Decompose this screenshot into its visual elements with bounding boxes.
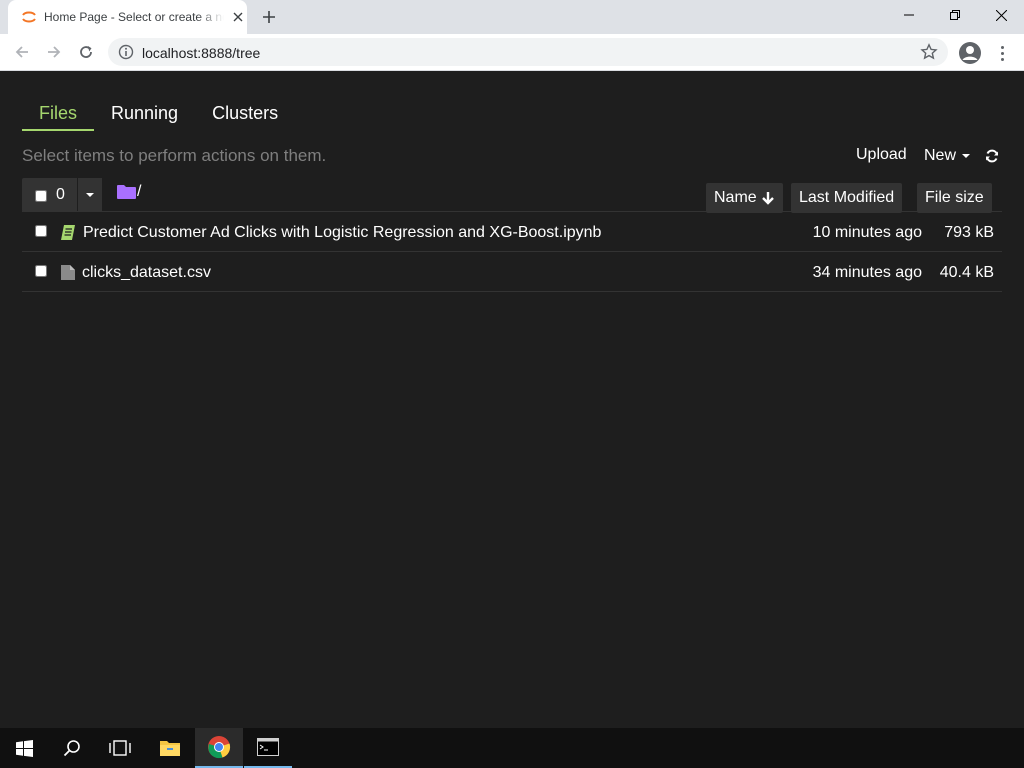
item-checkbox[interactable] (35, 225, 47, 237)
tab-clusters[interactable]: Clusters (195, 95, 295, 131)
arrow-down-icon (761, 192, 774, 205)
search-icon[interactable] (48, 728, 96, 768)
file-list-header: 0 / Name Last Modified File size (22, 178, 1002, 213)
start-icon[interactable] (0, 728, 48, 768)
file-name-link[interactable]: Predict Customer Ad Clicks with Logistic… (83, 224, 601, 242)
terminal-icon[interactable] (244, 728, 292, 768)
caret-down-icon (962, 154, 971, 158)
taskbar (0, 728, 1024, 768)
jupyter-favicon-icon (22, 11, 36, 23)
file-size: 793 kB (944, 224, 994, 241)
refresh-icon[interactable] (984, 148, 1000, 164)
file-modified: 34 minutes ago (812, 264, 922, 281)
forward-icon[interactable] (42, 40, 66, 64)
sort-by-size-button[interactable]: File size (917, 183, 992, 213)
tab-running[interactable]: Running (94, 95, 195, 131)
file-modified: 10 minutes ago (812, 224, 922, 241)
tab-files[interactable]: Files (22, 95, 95, 131)
task-view-icon[interactable] (96, 728, 144, 768)
file-name-link[interactable]: clicks_dataset.csv (82, 264, 211, 282)
select-all-checkbox[interactable] (35, 190, 47, 202)
close-window-icon[interactable] (978, 0, 1024, 30)
sort-by-modified-button[interactable]: Last Modified (791, 183, 903, 213)
profile-icon[interactable] (958, 41, 982, 65)
bookmark-star-icon[interactable] (920, 43, 938, 61)
info-icon[interactable] (118, 44, 134, 60)
browser-toolbar: localhost:8888/tree (0, 34, 1024, 71)
minimize-icon[interactable] (886, 0, 932, 30)
selected-count: 0 (56, 186, 65, 203)
browser-tab[interactable]: Home Page - Select or create a notebook (8, 0, 247, 34)
chrome-icon[interactable] (195, 728, 243, 768)
tab-close-icon[interactable] (230, 9, 246, 25)
list-item[interactable]: Predict Customer Ad Clicks with Logistic… (22, 213, 1002, 252)
notebook-icon (61, 225, 75, 240)
back-icon[interactable] (10, 40, 34, 64)
browser-tab-bar: Home Page - Select or create a notebook (0, 0, 1024, 34)
folder-icon[interactable] (117, 184, 137, 200)
new-dropdown-button[interactable]: New (924, 147, 971, 165)
item-checkbox[interactable] (35, 265, 47, 277)
breadcrumb[interactable]: / (137, 183, 141, 201)
jupyter-tree-page: Files Running Clusters Select items to p… (0, 71, 1024, 728)
browser-menu-icon[interactable] (994, 42, 1010, 64)
new-button-label: New (924, 147, 957, 164)
select-menu-button[interactable] (78, 178, 102, 212)
reload-icon[interactable] (74, 40, 98, 64)
list-item[interactable]: clicks_dataset.csv 34 minutes ago 40.4 k… (22, 253, 1002, 292)
sort-by-name-button[interactable]: Name (706, 183, 783, 213)
main-tabs: Files Running Clusters (22, 95, 295, 131)
address-bar[interactable]: localhost:8888/tree (108, 38, 948, 66)
restore-icon[interactable] (932, 0, 978, 30)
selection-hint: Select items to perform actions on them. (22, 146, 327, 165)
select-all-group: 0 (22, 178, 77, 212)
upload-button[interactable]: Upload (856, 146, 907, 164)
file-icon (61, 265, 75, 280)
file-size: 40.4 kB (939, 264, 994, 281)
column-name-label: Name (714, 189, 757, 206)
file-explorer-icon[interactable] (146, 728, 194, 768)
new-tab-icon[interactable] (259, 7, 279, 27)
caret-down-icon (86, 193, 94, 197)
browser-tab-title: Home Page - Select or create a notebook (44, 10, 224, 24)
url-text[interactable]: localhost:8888/tree (142, 45, 260, 61)
